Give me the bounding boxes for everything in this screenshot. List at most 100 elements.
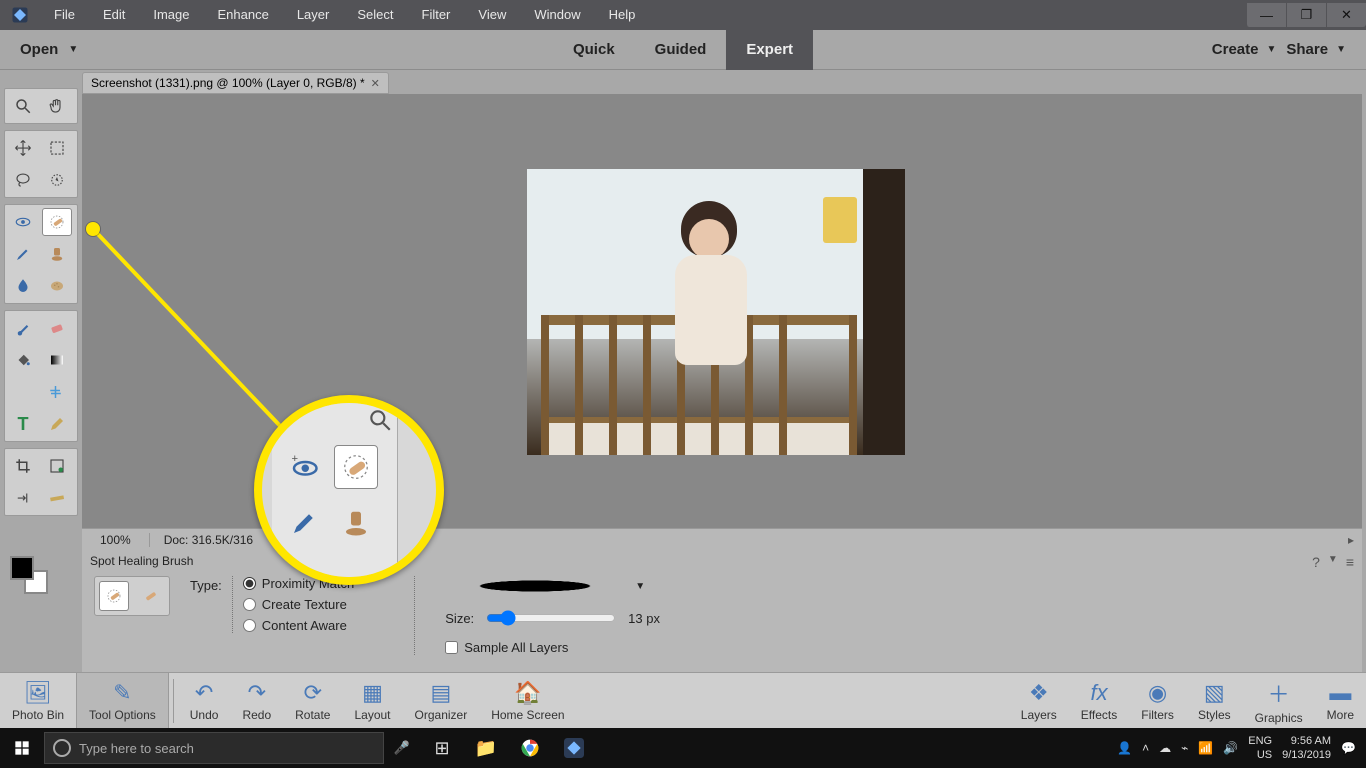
filters-button[interactable]: ◉Filters [1129, 673, 1186, 729]
brush-preset-dropdown[interactable]: ▼ [635, 581, 645, 592]
tool-variants [94, 576, 170, 616]
type-texture[interactable]: Create Texture [243, 597, 354, 612]
sponge-tool[interactable] [42, 272, 72, 300]
file-explorer-pin[interactable]: 📁 [464, 728, 508, 768]
create-dropdown[interactable]: Create▼ [1212, 41, 1277, 58]
tool-options-button[interactable]: ✎Tool Options [76, 673, 169, 729]
type-content-aware[interactable]: Content Aware [243, 618, 354, 633]
graphics-button[interactable]: ＋Graphics [1243, 673, 1315, 729]
type-label: Type: [190, 576, 222, 633]
tray-wifi-icon[interactable]: 📶 [1198, 741, 1213, 755]
redo-button[interactable]: ↷Redo [230, 673, 283, 729]
tray-bluetooth-icon[interactable]: ⌁ [1181, 741, 1188, 755]
rotate-button[interactable]: ⟳Rotate [283, 673, 342, 729]
tray-lang[interactable]: ENGUS [1248, 734, 1272, 762]
open-dropdown[interactable]: Open ▼ [0, 41, 92, 58]
maximize-button[interactable]: ❐ [1286, 3, 1326, 27]
hand-tool[interactable] [42, 92, 72, 120]
straighten-tool[interactable] [42, 484, 72, 512]
foreground-color[interactable] [10, 556, 34, 580]
tray-notifications-icon[interactable]: 💬 [1341, 741, 1356, 755]
rect-marquee-tool[interactable] [42, 134, 72, 162]
tray-onedrive-icon[interactable]: ☁ [1159, 741, 1171, 755]
chrome-pin[interactable] [508, 728, 552, 768]
menu-edit[interactable]: Edit [89, 0, 139, 30]
brush-tool[interactable] [8, 314, 38, 342]
chevron-down-icon[interactable]: ▼ [1328, 554, 1338, 570]
help-icon[interactable]: ? [1312, 554, 1320, 570]
document-tab[interactable]: Screenshot (1331).png @ 100% (Layer 0, R… [82, 72, 389, 94]
right-actions: Create▼ Share▼ [1212, 41, 1366, 58]
mode-guided[interactable]: Guided [635, 30, 727, 70]
undo-icon: ↶ [195, 680, 213, 706]
menu-view[interactable]: View [464, 0, 520, 30]
quick-select-tool[interactable] [42, 166, 72, 194]
gradient-tool[interactable] [42, 346, 72, 374]
size-slider[interactable] [486, 610, 616, 626]
menu-layer[interactable]: Layer [283, 0, 344, 30]
eyedropper-tool[interactable] [8, 378, 38, 406]
plus-icon: ＋ [1268, 677, 1290, 709]
menu-window[interactable]: Window [520, 0, 594, 30]
share-dropdown[interactable]: Share▼ [1286, 41, 1346, 58]
redeye-tool[interactable] [8, 208, 38, 236]
mode-expert[interactable]: Expert [726, 30, 813, 70]
tray-people-icon[interactable]: 👤 [1117, 741, 1132, 755]
pencil-tool[interactable] [42, 410, 72, 438]
home-screen-button[interactable]: 🏠Home Screen [479, 673, 576, 729]
mag-clone-stamp-tool [334, 501, 378, 545]
menu-file[interactable]: File [40, 0, 89, 30]
recompose-tool[interactable] [42, 452, 72, 480]
lasso-tool[interactable] [8, 166, 38, 194]
undo-button[interactable]: ↶Undo [178, 673, 231, 729]
menu-filter[interactable]: Filter [408, 0, 465, 30]
more-button[interactable]: ▬More [1315, 673, 1366, 729]
task-view-button[interactable]: ⊞ [420, 728, 464, 768]
shape-tool[interactable] [42, 378, 72, 406]
spot-healing-variant[interactable] [99, 581, 129, 611]
redo-icon: ↷ [248, 680, 266, 706]
panel-menu-icon[interactable]: ≡ [1346, 554, 1354, 570]
move-tool[interactable] [8, 134, 38, 162]
system-tray: 👤 ˄ ☁ ⌁ 📶 🔊 ENGUS 9:56 AM9/13/2019 💬 [1107, 734, 1366, 762]
zoom-tool[interactable] [8, 92, 38, 120]
close-button[interactable]: ✕ [1326, 3, 1366, 27]
menu-select[interactable]: Select [343, 0, 407, 30]
organizer-button[interactable]: ▤Organizer [403, 673, 480, 729]
smart-brush-tool[interactable] [8, 240, 38, 268]
blur-tool[interactable] [8, 272, 38, 300]
layers-button[interactable]: ❖Layers [1009, 673, 1069, 729]
clone-stamp-tool[interactable] [42, 240, 72, 268]
minimize-button[interactable]: — [1246, 3, 1286, 27]
rotate-icon: ⟳ [304, 680, 322, 706]
layout-button[interactable]: ▦Layout [342, 673, 402, 729]
scroll-right-icon[interactable]: ▸ [1340, 533, 1362, 547]
zoom-level[interactable]: 100% [82, 533, 150, 547]
image-icon: 🖼 [24, 680, 52, 706]
menu-image[interactable]: Image [139, 0, 203, 30]
photo-bin-button[interactable]: 🖼Photo Bin [0, 673, 76, 729]
effects-button[interactable]: fxEffects [1069, 673, 1129, 729]
pse-pin[interactable] [552, 728, 596, 768]
color-swatches[interactable] [10, 556, 56, 596]
tray-volume-icon[interactable]: 🔊 [1223, 741, 1238, 755]
healing-brush-variant[interactable] [135, 581, 165, 611]
start-button[interactable] [0, 728, 44, 768]
taskbar-search[interactable]: Type here to search [44, 732, 384, 764]
type-tool[interactable]: T [8, 410, 38, 438]
tray-clock[interactable]: 9:56 AM9/13/2019 [1282, 734, 1331, 762]
tray-up-icon[interactable]: ˄ [1142, 741, 1149, 755]
spot-healing-tool[interactable] [42, 208, 72, 236]
crop-tool[interactable] [8, 452, 38, 480]
grid-icon: ▤ [430, 680, 451, 706]
content-aware-move-tool[interactable] [8, 484, 38, 512]
sample-all-layers[interactable]: Sample All Layers [445, 640, 660, 655]
paint-bucket-tool[interactable] [8, 346, 38, 374]
styles-button[interactable]: ▧Styles [1186, 673, 1243, 729]
mode-quick[interactable]: Quick [553, 30, 635, 70]
mic-icon[interactable]: 🎤 [384, 740, 420, 756]
menu-help[interactable]: Help [595, 0, 650, 30]
close-tab-icon[interactable]: ✕ [371, 77, 380, 90]
eraser-tool[interactable] [42, 314, 72, 342]
menu-enhance[interactable]: Enhance [204, 0, 283, 30]
